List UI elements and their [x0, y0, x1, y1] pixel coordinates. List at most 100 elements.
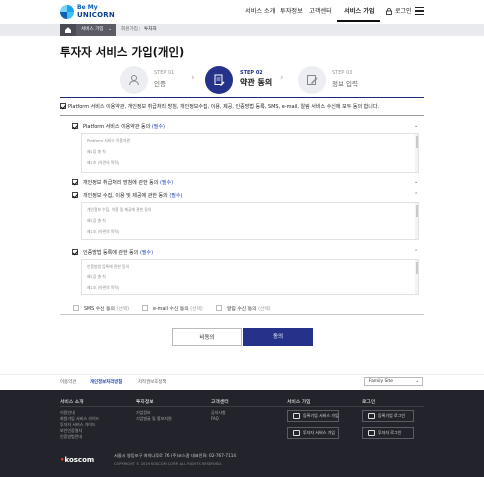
site-footer: 서비스 소개 투자정보 고객센터 서비스 가입 로그인 이용안내 회원가입 서비…	[0, 390, 484, 477]
term-3-content[interactable]: 개인정보 수집, 이용 및 제공에 관한 동의 제1장 총 칙 제1조 (약관의…	[81, 202, 419, 240]
sms-consent-text: SMS 수신 동의	[84, 307, 115, 312]
step-1-number: STEP 01	[154, 70, 175, 76]
scrollbar[interactable]	[415, 203, 418, 239]
term-3-line: 개인정보 수집, 이용 및 제공에 관한 동의	[87, 207, 152, 212]
term-3-line: 제1조 (약관의 목적)	[87, 229, 120, 234]
scrollbar[interactable]	[415, 260, 418, 294]
term-1-checkbox[interactable]	[72, 123, 78, 129]
email-consent-label: e-mail 수신 동의 (선택)	[153, 305, 203, 312]
step-arrow-icon: ›	[280, 73, 284, 83]
company-login-button[interactable]: 등록기업 로그인	[362, 410, 414, 422]
home-button[interactable]	[60, 24, 76, 36]
building-icon	[293, 413, 300, 419]
term-1-line: Platform 서비스 이용약관	[87, 138, 130, 143]
copyright-policy-link[interactable]: 저작권보호정책	[138, 379, 166, 385]
footer-link[interactable]: 인증방법안내	[60, 434, 82, 440]
page-title: 투자자 서비스 가입(개인)	[60, 45, 185, 59]
nav-service-intro[interactable]: 서비스 소개	[245, 6, 275, 18]
koscom-logo: •koscom	[60, 456, 94, 464]
required-tag: (필수)	[169, 193, 183, 199]
sms-consent-label: SMS 수신 동의 (선택)	[84, 305, 129, 312]
breadcrumb-item-investor: 투자자	[144, 27, 157, 32]
home-icon	[65, 27, 71, 33]
notification-consent-checkbox[interactable]	[216, 305, 222, 311]
optional-tag: (선택)	[258, 307, 271, 312]
hamburger-menu-icon[interactable]	[415, 7, 424, 15]
chevron-up-icon[interactable]: ⌃	[414, 249, 418, 255]
footer-divider	[60, 406, 424, 407]
footer-col-customer-center: 고객센터	[211, 400, 229, 405]
term-3-title: 개인정보 수집, 이용 및 제공에 관한 동의 (필수)	[83, 192, 182, 199]
agree-all-checkbox[interactable]	[60, 103, 66, 109]
email-consent-text: e-mail 수신 동의	[153, 307, 189, 312]
site-header: Be My UNICORN 서비스 소개 투자정보 고객센터 서비스 가입 로그…	[0, 0, 484, 24]
term-3-checkbox[interactable]	[72, 192, 78, 198]
chevron-down-icon: ⌄	[108, 27, 112, 32]
step-3-circle	[298, 66, 326, 94]
privacy-policy-link[interactable]: 개인정보처리방침	[90, 379, 122, 385]
chevron-down-icon[interactable]: ⌄	[414, 123, 418, 129]
optional-tag: (선택)	[116, 307, 130, 312]
term-1-line: 제1조 (약관의 목적)	[87, 160, 120, 165]
step-indicator: STEP 01 인증 › STEP 02 약관 동의 › STEP 03 정보 …	[60, 62, 424, 98]
required-tag: (필수)	[159, 180, 174, 186]
step-3-label: 정보 입력	[332, 80, 358, 88]
investor-login-button[interactable]: 투자자 로그인	[362, 427, 414, 439]
logo-text-bottom: UNICORN	[77, 11, 115, 19]
term-3-line: 제1장 총 칙	[87, 218, 106, 223]
step-2-number: STEP 02	[240, 70, 263, 76]
user-icon	[293, 430, 300, 436]
email-consent-checkbox[interactable]	[142, 305, 148, 311]
company-address: 서울시 영등포구 여의나루로 76 (주)코스콤 대표전화: 02-767-71…	[114, 453, 237, 458]
logo-mark-icon	[60, 5, 74, 19]
company-signup-button[interactable]: 등록기업 서비스 가입	[287, 410, 339, 422]
agree-all-label: Platform 서비스 이용약관, 개인정보 취급처리 방침, 개인정보수집,…	[68, 104, 380, 110]
investor-signup-label: 투자자 서비스 가입	[303, 430, 335, 435]
footer-col-investment-info: 투자정보	[136, 400, 154, 405]
footer-col-service-join: 서비스 가입	[287, 400, 311, 405]
login-link[interactable]: 로그인	[395, 6, 412, 18]
nav-customer-center[interactable]: 고객센터	[309, 6, 332, 18]
disagree-button[interactable]: 비동의	[172, 328, 242, 346]
required-tag: (필수)	[139, 250, 154, 256]
family-site-select[interactable]: Family Site ⌄	[364, 377, 423, 386]
sms-consent-checkbox[interactable]	[73, 305, 79, 311]
notification-consent-label: 알림 수신 동의 (선택)	[227, 305, 271, 312]
document-edit-icon	[214, 74, 225, 86]
koscom-logo-text: koscom	[64, 456, 95, 464]
step-2-label: 약관 동의	[240, 78, 273, 87]
chevron-down-icon[interactable]: ⌄	[414, 179, 418, 185]
breadcrumb-separator: |	[139, 27, 141, 32]
term-1-title: Platform 서비스 이용약관 동의 (필수)	[83, 123, 165, 130]
required-tag: (필수)	[151, 124, 165, 130]
investor-signup-button[interactable]: 투자자 서비스 가입	[287, 427, 339, 439]
term-4-content[interactable]: 인증방법 등록에 관한 동의 제1장 총 칙 제1조 (약관의 목적)	[81, 259, 419, 295]
optional-tag: (선택)	[190, 307, 203, 312]
chevron-up-icon[interactable]: ⌃	[414, 192, 418, 198]
nav-service-join[interactable]: 서비스 가입	[344, 6, 375, 18]
term-2-title: 개인정보 취급처리 방침에 관한 동의 (필수)	[83, 179, 173, 186]
brand-logo[interactable]: Be My UNICORN	[60, 4, 120, 21]
breadcrumb-section-label: 서비스 가입	[81, 27, 104, 32]
logo-text-top: Be My	[77, 4, 98, 11]
term-2-checkbox[interactable]	[72, 179, 78, 185]
nav-active-indicator	[337, 20, 380, 22]
term-4-line: 제1조 (약관의 목적)	[87, 285, 120, 290]
term-1-title-text: Platform 서비스 이용약관 동의	[83, 124, 151, 130]
term-4-title: 인증방법 등록에 관한 동의 (필수)	[83, 249, 153, 256]
terms-of-use-link[interactable]: 이용약관	[60, 379, 76, 385]
nav-investment-info[interactable]: 투자정보	[280, 6, 303, 18]
breadcrumb-section-select[interactable]: 서비스 가입 ⌄	[76, 24, 116, 36]
company-login-label: 등록기업 로그인	[378, 413, 406, 418]
agree-button[interactable]: 동의	[243, 328, 313, 346]
footer-link[interactable]: FAQ	[211, 416, 219, 421]
footer-col-login: 로그인	[362, 400, 376, 405]
chevron-down-icon: ⌄	[415, 379, 419, 384]
term-1-content[interactable]: Platform 서비스 이용약관 제1장 총 칙 제1조 (약관의 목적)	[81, 133, 419, 173]
term-4-checkbox[interactable]	[72, 249, 78, 255]
footer-link[interactable]: 기업발굴 및 홍보지원	[136, 416, 172, 422]
step-1-circle	[120, 66, 148, 94]
step-arrow-icon: ›	[191, 73, 195, 83]
breadcrumb-item-signup[interactable]: 회원가입	[121, 24, 138, 36]
scrollbar[interactable]	[415, 134, 418, 172]
